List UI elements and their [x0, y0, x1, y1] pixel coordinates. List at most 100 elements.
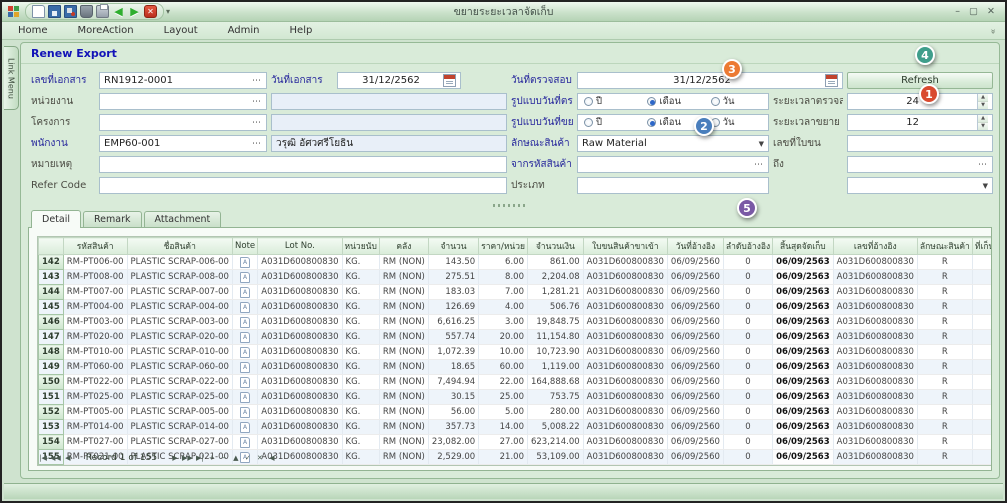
maximize-button[interactable]: ▢: [969, 6, 978, 17]
cell[interactable]: RM (NON): [379, 435, 428, 450]
cell[interactable]: 06/09/2560: [667, 270, 723, 285]
cell-note[interactable]: A: [232, 390, 257, 405]
radio-icon[interactable]: [647, 118, 656, 127]
cell[interactable]: [972, 360, 992, 375]
note-icon[interactable]: A: [240, 332, 250, 343]
cell[interactable]: 06/09/2563: [773, 345, 834, 360]
cell[interactable]: 56.00: [428, 405, 478, 420]
last-record-button[interactable]: ▶|: [194, 451, 206, 464]
cell[interactable]: RM (NON): [379, 390, 428, 405]
cell[interactable]: 861.00: [527, 255, 583, 270]
cell[interactable]: [972, 330, 992, 345]
cell[interactable]: KG.: [342, 330, 379, 345]
cell[interactable]: A031D600800830: [833, 270, 917, 285]
next-record-button[interactable]: ▶: [169, 451, 181, 464]
cell[interactable]: 06/09/2563: [773, 375, 834, 390]
cell[interactable]: PLASTIC SCRAP-014-00: [127, 420, 232, 435]
navigate-forward-icon[interactable]: ▶: [128, 5, 141, 18]
cell[interactable]: 0: [723, 420, 772, 435]
cell[interactable]: A031D600800830: [833, 435, 917, 450]
doc-date-field[interactable]: 31/12/2562: [337, 72, 461, 89]
project-lookup-icon[interactable]: ⋯: [249, 118, 262, 128]
cell[interactable]: R: [917, 360, 972, 375]
cell[interactable]: 23,082.00: [428, 435, 478, 450]
tab-moreaction[interactable]: MoreAction: [78, 25, 134, 36]
cell[interactable]: KG.: [342, 345, 379, 360]
table-row[interactable]: 149RM-PT060-00PLASTIC SCRAP-060-00AA031D…: [39, 360, 993, 375]
employee-lookup-icon[interactable]: ⋯: [249, 139, 262, 149]
cell[interactable]: KG.: [342, 270, 379, 285]
cell[interactable]: 22.00: [479, 375, 528, 390]
cell[interactable]: 0: [723, 405, 772, 420]
cell[interactable]: 60.00: [479, 360, 528, 375]
cell[interactable]: A031D600800830: [833, 315, 917, 330]
cell[interactable]: 357.73: [428, 420, 478, 435]
cell[interactable]: RM (NON): [379, 315, 428, 330]
cell[interactable]: 06/09/2563: [773, 330, 834, 345]
next-page-button[interactable]: ▶▶: [181, 451, 194, 464]
cell[interactable]: 14.00: [479, 420, 528, 435]
cell[interactable]: RM (NON): [379, 285, 428, 300]
table-row[interactable]: 150RM-PT022-00PLASTIC SCRAP-022-00AA031D…: [39, 375, 993, 390]
cell[interactable]: RM (NON): [379, 375, 428, 390]
cell[interactable]: A031D600800830: [258, 390, 342, 405]
cell[interactable]: 4.00: [479, 300, 528, 315]
navigate-back-icon[interactable]: ◀: [112, 5, 125, 18]
cell[interactable]: 7.00: [479, 285, 528, 300]
tab-help[interactable]: Help: [290, 25, 313, 36]
cell[interactable]: 0: [723, 330, 772, 345]
cell[interactable]: PLASTIC SCRAP-005-00: [127, 405, 232, 420]
cell[interactable]: A031D600800830: [583, 255, 667, 270]
cell[interactable]: A031D600800830: [833, 330, 917, 345]
cell[interactable]: RM-PT025-00: [63, 390, 127, 405]
note-icon[interactable]: A: [240, 392, 250, 403]
cell[interactable]: 06/09/2563: [773, 360, 834, 375]
print-icon[interactable]: [96, 5, 109, 18]
row-indicator[interactable]: 147: [39, 330, 64, 345]
cell[interactable]: 2,204.08: [527, 270, 583, 285]
cell[interactable]: 0: [723, 360, 772, 375]
cell[interactable]: PLASTIC SCRAP-003-00: [127, 315, 232, 330]
cell[interactable]: RM-PT027-00: [63, 435, 127, 450]
row-indicator[interactable]: 143: [39, 270, 64, 285]
note-icon[interactable]: A: [240, 407, 250, 418]
table-row[interactable]: 153RM-PT014-00PLASTIC SCRAP-014-00AA031D…: [39, 420, 993, 435]
cell[interactable]: R: [917, 450, 972, 465]
column-header[interactable]: ใบขนสินค้าขาเข้า: [583, 238, 667, 255]
cell[interactable]: RM (NON): [379, 405, 428, 420]
cell[interactable]: [972, 420, 992, 435]
column-header[interactable]: ราคา/หน่วย: [479, 238, 528, 255]
cell[interactable]: 06/09/2560: [667, 255, 723, 270]
cell[interactable]: [972, 285, 992, 300]
cell[interactable]: RM-PT014-00: [63, 420, 127, 435]
edit-record-button[interactable]: ▲: [230, 451, 242, 464]
column-header[interactable]: Note: [232, 238, 257, 255]
cell[interactable]: A031D600800830: [258, 300, 342, 315]
cell[interactable]: 53,109.00: [527, 450, 583, 465]
cell[interactable]: 623,214.00: [527, 435, 583, 450]
cell[interactable]: 0: [723, 285, 772, 300]
spinner-icon[interactable]: ▲▼: [977, 94, 988, 109]
close-button[interactable]: ✕: [987, 6, 995, 17]
radio-icon[interactable]: [584, 118, 593, 127]
cell[interactable]: 20.00: [479, 330, 528, 345]
table-row[interactable]: 147RM-PT020-00PLASTIC SCRAP-020-00AA031D…: [39, 330, 993, 345]
cell[interactable]: 0: [723, 435, 772, 450]
item-type-dropdown[interactable]: Raw Material ▼: [577, 135, 769, 152]
cell-note[interactable]: A: [232, 270, 257, 285]
chevron-down-icon[interactable]: ▼: [980, 182, 988, 190]
cell[interactable]: 1,119.00: [527, 360, 583, 375]
radio-icon[interactable]: [647, 97, 656, 106]
cell[interactable]: 06/09/2563: [773, 300, 834, 315]
extend-period-field[interactable]: 12 ▲▼: [847, 114, 993, 131]
note-icon[interactable]: A: [240, 317, 250, 328]
radio-icon[interactable]: [711, 97, 720, 106]
cell[interactable]: 06/09/2563: [773, 420, 834, 435]
cell[interactable]: A031D600800830: [258, 285, 342, 300]
cell-note[interactable]: A: [232, 315, 257, 330]
from-item-code-lookup-icon[interactable]: ⋯: [751, 160, 764, 170]
cell[interactable]: [972, 375, 992, 390]
cell[interactable]: KG.: [342, 420, 379, 435]
cell-note[interactable]: A: [232, 420, 257, 435]
cell[interactable]: RM (NON): [379, 345, 428, 360]
